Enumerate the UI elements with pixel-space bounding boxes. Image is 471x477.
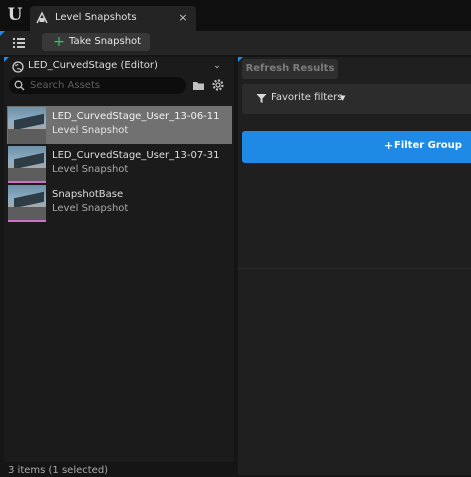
camera-icon xyxy=(36,11,48,24)
panel-corner-marker xyxy=(0,31,5,36)
world-icon xyxy=(12,61,24,73)
favorite-filters-dropdown[interactable]: Favorite filters xyxy=(271,91,343,105)
asset-type: Level Snapshot xyxy=(52,164,129,175)
refresh-results-button[interactable]: Refresh Results xyxy=(242,59,338,79)
snapshot-thumbnail xyxy=(8,107,46,144)
title-bar: U Level Snapshots × xyxy=(0,0,471,31)
snapshot-browser-panel: LED_CurvedStage (Editor) ⌄ LED_CurvedSta… xyxy=(4,57,234,462)
status-text: 3 items (1 selected) xyxy=(8,465,109,476)
hamburger-icon[interactable] xyxy=(12,36,26,50)
filter-group-label: Filter Group xyxy=(394,140,462,151)
filter-icon xyxy=(256,94,267,103)
asset-name: LED_CurvedStage_User_13-07-31 xyxy=(52,150,220,161)
list-item[interactable]: SnapshotBase Level Snapshot xyxy=(7,184,232,222)
asset-name: SnapshotBase xyxy=(52,189,124,200)
search-box[interactable] xyxy=(9,77,186,94)
snapshot-thumbnail xyxy=(8,146,46,183)
plus-icon: + xyxy=(53,34,65,50)
gear-icon[interactable] xyxy=(211,78,225,92)
unreal-logo-icon[interactable]: U xyxy=(5,5,25,25)
take-snapshot-label: Take Snapshot xyxy=(69,36,142,47)
results-panel: Refresh Results Favorite filters ▼ + Fil… xyxy=(238,57,471,475)
snapshot-thumbnail xyxy=(8,185,46,222)
caret-down-icon[interactable]: ▼ xyxy=(340,91,348,105)
toolbar: + Take Snapshot xyxy=(0,31,471,55)
level-dropdown[interactable]: LED_CurvedStage (Editor) xyxy=(28,59,158,73)
tab-label: Level Snapshots xyxy=(55,12,137,23)
asset-type: Level Snapshot xyxy=(52,125,129,136)
search-icon xyxy=(14,80,25,91)
divider xyxy=(238,268,471,269)
add-filter-group-button[interactable]: + Filter Group xyxy=(242,131,471,163)
list-item[interactable]: LED_CurvedStage_User_13-06-11 Level Snap… xyxy=(7,106,232,144)
asset-type: Level Snapshot xyxy=(52,203,129,214)
chevron-down-icon[interactable]: ⌄ xyxy=(210,59,224,73)
tab-level-snapshots[interactable]: Level Snapshots × xyxy=(30,6,196,31)
take-snapshot-button[interactable]: + Take Snapshot xyxy=(42,33,150,51)
favorite-filters-bar: Favorite filters ▼ xyxy=(242,84,471,114)
search-input[interactable] xyxy=(30,78,180,93)
folder-icon[interactable] xyxy=(192,79,206,92)
panel-corner-marker xyxy=(4,57,9,62)
asset-name: LED_CurvedStage_User_13-06-11 xyxy=(52,111,220,122)
list-item[interactable]: LED_CurvedStage_User_13-07-31 Level Snap… xyxy=(7,145,232,183)
close-icon[interactable]: × xyxy=(176,10,190,26)
